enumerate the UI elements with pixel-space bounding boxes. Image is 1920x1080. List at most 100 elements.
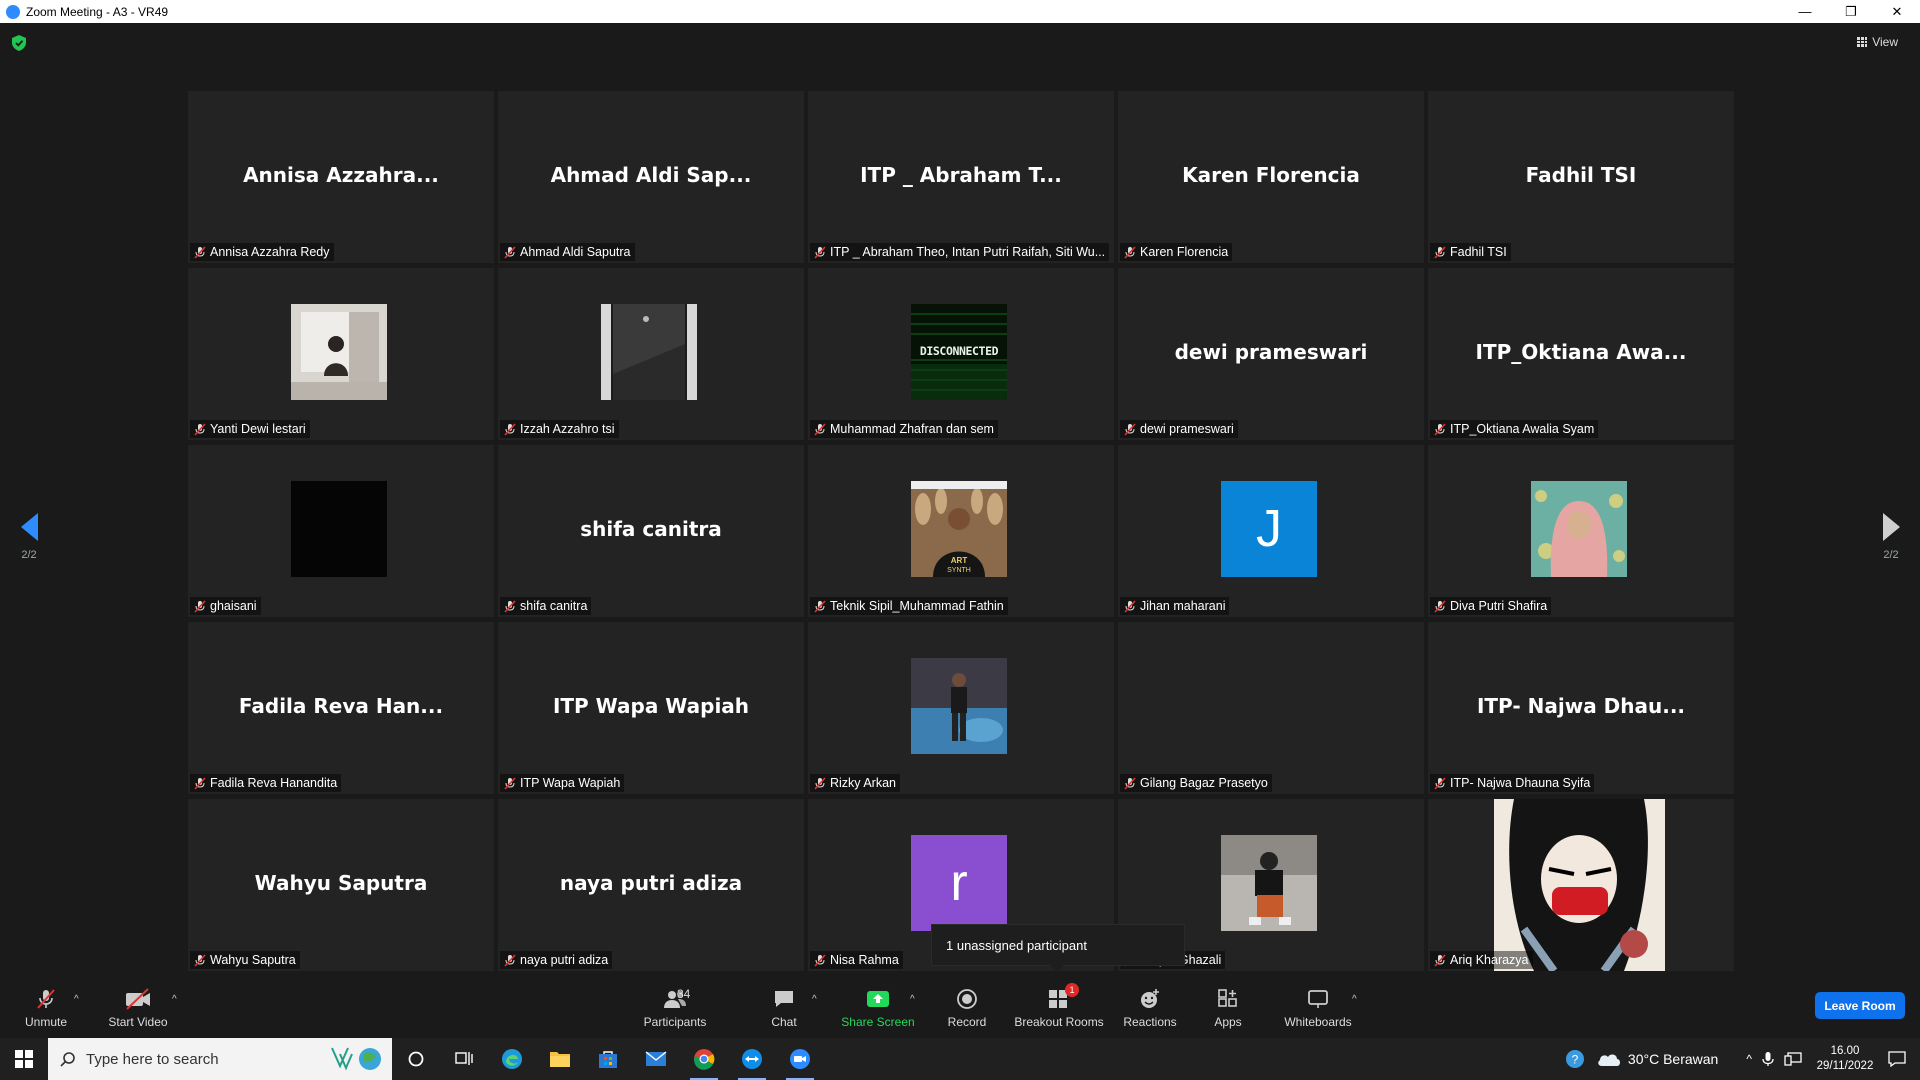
- whiteboards-button[interactable]: Whiteboards: [1282, 976, 1354, 1038]
- participant-tile[interactable]: ITP Wapa Wapiah ITP Wapa Wapiah: [498, 622, 804, 794]
- share-screen-icon: [864, 986, 892, 1012]
- taskbar-file-explorer[interactable]: [536, 1038, 584, 1080]
- reactions-label: Reactions: [1123, 1014, 1177, 1029]
- teamviewer-icon: [742, 1049, 762, 1069]
- encryption-shield-icon[interactable]: [12, 35, 26, 51]
- participant-tile[interactable]: Annisa Azzahra... Annisa Azzahra Redy: [188, 91, 494, 263]
- participant-tile[interactable]: Fadila Reva Han... Fadila Reva Hanandita: [188, 622, 494, 794]
- mic-muted-icon: [1124, 245, 1136, 259]
- window-titlebar: Zoom Meeting - A3 - VR49 — ❐ ✕: [0, 0, 1920, 23]
- participant-name-label: dewi prameswari: [1120, 420, 1238, 438]
- participant-tile[interactable]: naya putri adiza naya putri adiza: [498, 799, 804, 971]
- whiteboards-label: Whiteboards: [1284, 1014, 1352, 1029]
- network-icon[interactable]: [1784, 1051, 1802, 1067]
- participant-tile[interactable]: ITP _ Abraham T... ITP _ Abraham Theo, In…: [808, 91, 1114, 263]
- participant-name-label: Muhammad Zhafran dan sem: [810, 420, 998, 438]
- microphone-tray-icon[interactable]: [1762, 1051, 1774, 1067]
- mic-muted-icon: [1124, 599, 1136, 613]
- participant-name: ITP- Najwa Dhauna Syifa: [1450, 776, 1591, 790]
- taskbar-chrome[interactable]: [680, 1038, 728, 1080]
- participant-display-name: Karen Florencia: [1182, 163, 1360, 187]
- mic-muted-icon: [504, 245, 516, 259]
- participant-display-name: naya putri adiza: [559, 871, 743, 895]
- participant-tile[interactable]: shifa canitra shifa canitra: [498, 445, 804, 617]
- apps-button[interactable]: Apps: [1206, 976, 1250, 1038]
- view-button[interactable]: View: [1857, 35, 1898, 49]
- participant-name: Teknik Sipil_Muhammad Fathin: [830, 599, 1004, 613]
- participant-photo: [1531, 481, 1627, 577]
- help-icon[interactable]: ?: [1564, 1048, 1586, 1070]
- share-screen-button[interactable]: Share Screen: [838, 976, 918, 1038]
- restore-button[interactable]: ❐: [1828, 0, 1874, 23]
- minimize-button[interactable]: —: [1782, 0, 1828, 23]
- taskbar-teamviewer[interactable]: [728, 1038, 776, 1080]
- participant-tile[interactable]: ITP_Oktiana Awa... ITP_Oktiana Awalia Sya…: [1428, 268, 1734, 440]
- video-options-caret-icon[interactable]: ^: [172, 994, 177, 1005]
- participant-tile[interactable]: Rizky Arkan: [808, 622, 1114, 794]
- participant-tile[interactable]: ghaisani: [188, 445, 494, 617]
- taskbar-mail[interactable]: [632, 1038, 680, 1080]
- taskbar-store[interactable]: [584, 1038, 632, 1080]
- participant-name: Diva Putri Shafira: [1450, 599, 1548, 613]
- audio-options-caret-icon[interactable]: ^: [74, 994, 79, 1005]
- participant-tile[interactable]: Gilang Bagaz Prasetyo: [1118, 622, 1424, 794]
- taskbar-clock[interactable]: 16.00 29/11/2022: [1810, 1044, 1880, 1074]
- next-page-button[interactable]: 2/2: [1871, 513, 1911, 561]
- participant-tile[interactable]: ART SYNTH Teknik Sipil_Muhammad Fathin: [808, 445, 1114, 617]
- chat-button[interactable]: Chat: [760, 976, 808, 1038]
- taskbar-zoom[interactable]: [776, 1038, 824, 1080]
- participant-tile[interactable]: Yanti Dewi lestari: [188, 268, 494, 440]
- participant-name: naya putri adiza: [520, 953, 609, 967]
- taskbar-edge[interactable]: [488, 1038, 536, 1080]
- participant-tile[interactable]: Wahyu Saputra Wahyu Saputra: [188, 799, 494, 971]
- tray-expand-icon[interactable]: ^: [1746, 1052, 1752, 1066]
- record-button[interactable]: Record: [942, 976, 992, 1038]
- participant-name: Muhammad Zhafran dan sem: [830, 422, 994, 436]
- taskbar-search-box[interactable]: Type here to search: [48, 1038, 392, 1080]
- participant-name: ITP _ Abraham Theo, Intan Putri Raifah, …: [830, 245, 1106, 259]
- close-button[interactable]: ✕: [1874, 0, 1920, 23]
- breakout-rooms-button[interactable]: 1 Breakout Rooms: [1012, 976, 1106, 1038]
- leave-room-button[interactable]: Leave Room: [1815, 992, 1905, 1019]
- participant-tile[interactable]: dewi prameswari dewi prameswari: [1118, 268, 1424, 440]
- previous-page-button[interactable]: 2/2: [9, 513, 49, 561]
- participant-name-label: Annisa Azzahra Redy: [190, 243, 334, 261]
- breakout-rooms-badge: 1: [1065, 982, 1079, 997]
- reactions-button[interactable]: Reactions: [1120, 976, 1180, 1038]
- participant-display-name: Fadila Reva Han...: [238, 694, 444, 718]
- start-video-button[interactable]: Start Video: [104, 976, 172, 1038]
- participant-display-name: ITP_Oktiana Awa...: [1475, 340, 1687, 364]
- share-options-caret-icon[interactable]: ^: [910, 994, 915, 1005]
- participant-photo: [291, 304, 387, 400]
- participants-button[interactable]: 34 Participants: [640, 976, 710, 1038]
- mic-muted-icon: [504, 599, 516, 613]
- participant-tile[interactable]: ITP- Najwa Dhau... ITP- Najwa Dhauna Syif…: [1428, 622, 1734, 794]
- participant-photo: [1221, 835, 1317, 931]
- participant-tile[interactable]: Karen Florencia Karen Florencia: [1118, 91, 1424, 263]
- arrow-left-icon: [20, 513, 38, 541]
- participant-tile[interactable]: J Jihan maharani: [1118, 445, 1424, 617]
- participant-tile[interactable]: Fadhil TSI Fadhil TSI: [1428, 91, 1734, 263]
- system-tray: ? 30°C Berawan ^ 16.00 29/11/2022: [1564, 1038, 1920, 1080]
- participant-tile[interactable]: Ahmad Aldi Sap... Ahmad Aldi Saputra: [498, 91, 804, 263]
- participant-tile[interactable]: Izzah Azzahro tsi: [498, 268, 804, 440]
- task-view-button[interactable]: [440, 1038, 488, 1080]
- participant-name: ITP Wapa Wapiah: [520, 776, 621, 790]
- start-button[interactable]: [0, 1038, 48, 1080]
- video-off-icon: [124, 986, 152, 1012]
- weather-text[interactable]: 30°C Berawan: [1628, 1051, 1718, 1067]
- chat-options-caret-icon[interactable]: ^: [812, 994, 817, 1005]
- participant-tile[interactable]: Ariq Kharazya: [1428, 799, 1734, 971]
- cortana-button[interactable]: [392, 1038, 440, 1080]
- mic-muted-icon: [504, 776, 516, 790]
- chat-label: Chat: [771, 1014, 797, 1029]
- participant-name-label: Nisa Rahma: [810, 951, 903, 969]
- mail-icon: [645, 1051, 667, 1066]
- participant-name: dewi prameswari: [1140, 422, 1234, 436]
- notification-icon[interactable]: [1888, 1051, 1906, 1067]
- unmute-button[interactable]: Unmute: [18, 976, 74, 1038]
- participant-tile[interactable]: DISCONNECTED Muhammad Zhafran dan sem: [808, 268, 1114, 440]
- participant-tile[interactable]: Diva Putri Shafira: [1428, 445, 1734, 617]
- whiteboard-options-caret-icon[interactable]: ^: [1352, 994, 1357, 1005]
- window-controls: — ❐ ✕: [1782, 0, 1920, 23]
